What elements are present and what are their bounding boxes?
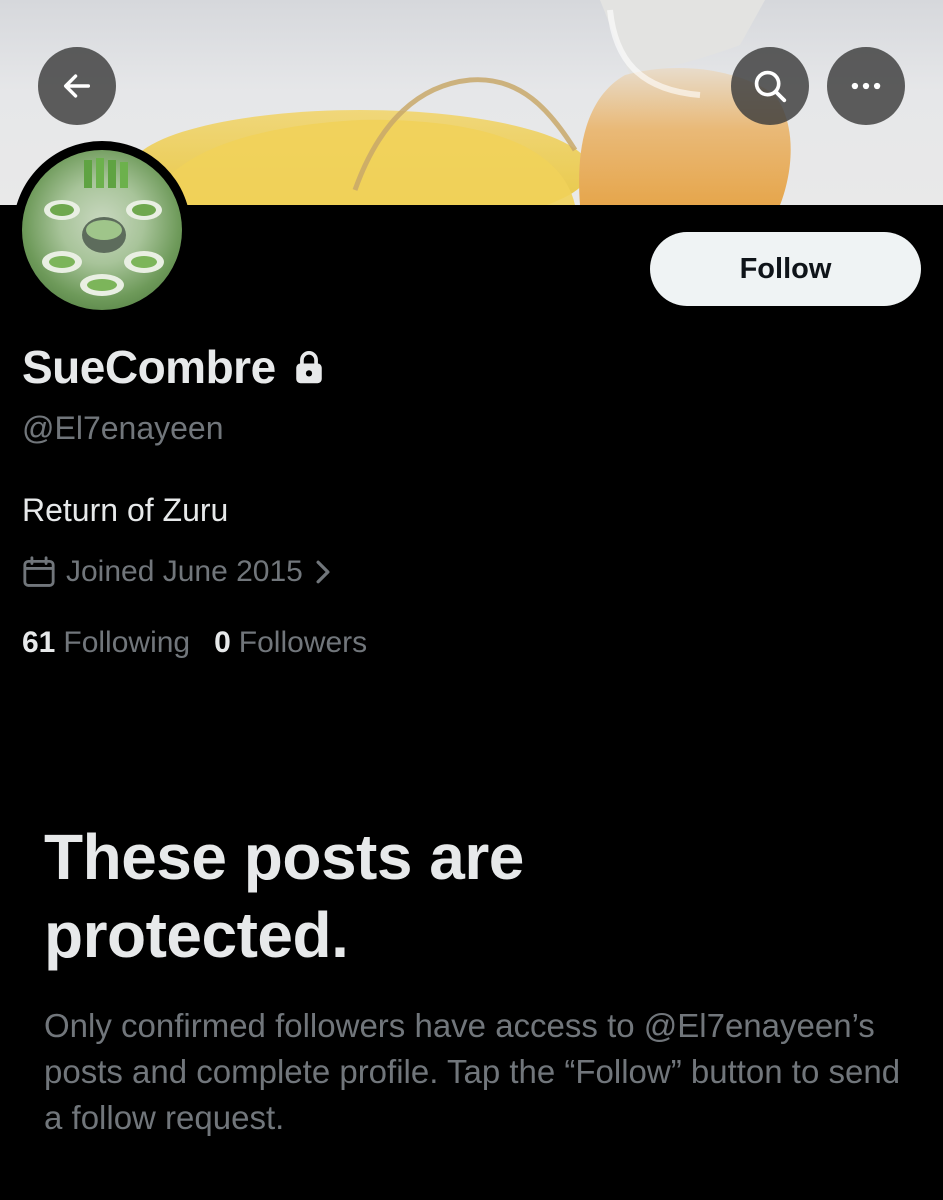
- display-name: SueCombre: [22, 341, 276, 393]
- joined-date-row[interactable]: Joined June 2015: [22, 555, 333, 589]
- follow-button[interactable]: Follow: [650, 232, 921, 306]
- display-name-row: SueCombre: [22, 340, 326, 394]
- back-button[interactable]: [38, 47, 116, 125]
- arrow-left-icon: [63, 74, 91, 98]
- following-link[interactable]: 61 Following: [22, 626, 190, 660]
- search-icon: [754, 70, 787, 103]
- follow-stats: 61 Following 0 Followers: [22, 626, 367, 660]
- lock-icon: [292, 348, 326, 386]
- avatar[interactable]: [13, 141, 191, 319]
- followers-link[interactable]: 0 Followers: [214, 626, 367, 660]
- following-count: 61: [22, 626, 56, 659]
- chevron-right-icon: [316, 560, 330, 584]
- calendar-icon: [23, 556, 55, 587]
- protected-description: Only confirmed followers have access to …: [44, 1007, 901, 1136]
- profile-bio: Return of Zuru: [22, 492, 229, 528]
- more-button[interactable]: [827, 47, 905, 125]
- joined-date: Joined June 2015: [66, 555, 303, 588]
- avatar-image: [22, 150, 182, 310]
- following-label: Following: [63, 626, 191, 659]
- followers-label: Followers: [238, 626, 368, 659]
- search-button[interactable]: [731, 47, 809, 125]
- more-horizontal-icon: [851, 82, 881, 90]
- followers-count: 0: [214, 626, 231, 659]
- protected-title: These posts are protected.: [44, 821, 524, 971]
- profile-handle: @El7enayeen: [22, 410, 224, 446]
